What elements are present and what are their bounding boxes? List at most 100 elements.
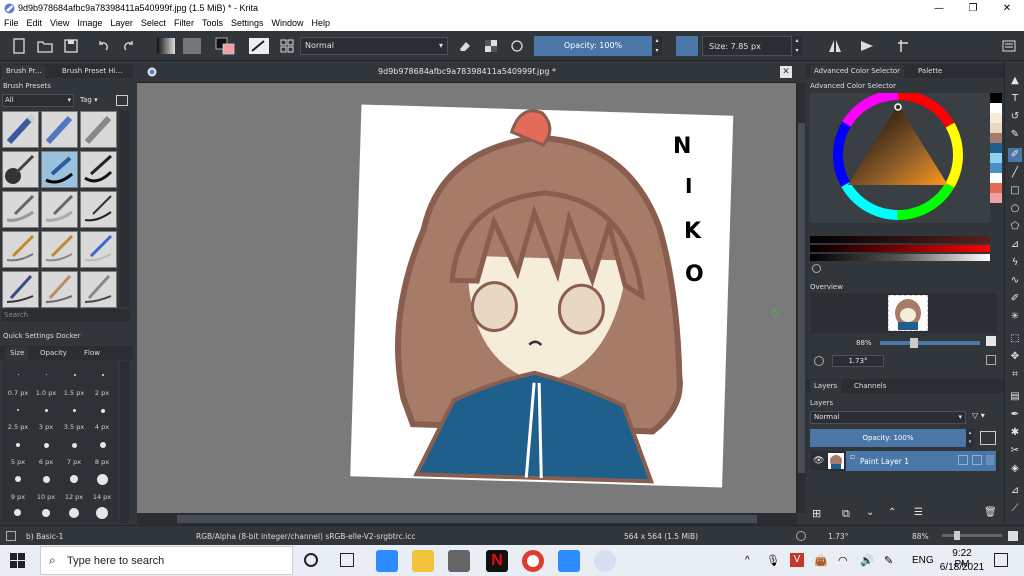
canvas-vertical-scrollbar[interactable] [797, 83, 806, 513]
bag-icon[interactable]: 👜 [814, 554, 828, 567]
close-document-icon[interactable]: ✕ [780, 66, 792, 78]
gradient-swatch[interactable] [156, 37, 176, 55]
layer-properties-button[interactable]: ☰ [914, 507, 923, 518]
size-dot[interactable] [44, 443, 49, 448]
brush-preset-icon[interactable] [248, 37, 270, 55]
size-dot[interactable] [45, 409, 48, 412]
menu-select[interactable]: Select [137, 17, 170, 28]
camera-app-icon[interactable] [448, 550, 470, 572]
tab-advanced-color-selector[interactable]: Advanced Color Selector [810, 65, 905, 78]
ellipse-tool-icon[interactable]: ○ [1008, 202, 1022, 216]
brush-preset-basic-1[interactable] [41, 151, 78, 188]
brush-preset-pen[interactable] [80, 151, 117, 188]
size-dot[interactable] [73, 409, 76, 412]
size-dot[interactable] [17, 409, 19, 411]
redo-icon[interactable] [120, 37, 138, 55]
menu-image[interactable]: Image [73, 17, 106, 28]
pattern-swatch[interactable] [182, 37, 202, 55]
rotation-field[interactable]: 1.73° [832, 355, 884, 367]
vivaldi-icon[interactable]: V [790, 553, 804, 567]
brush-preset-pencil-2[interactable] [41, 231, 78, 268]
minimize-button[interactable]: — [922, 0, 956, 17]
menu-filter[interactable]: Filter [170, 17, 198, 28]
brush-preset-marker-2[interactable] [41, 191, 78, 228]
clock-date[interactable]: 6/18/2021 [938, 562, 986, 573]
brush-preset-ink-blob[interactable] [2, 151, 39, 188]
brush-preset-marker-1[interactable] [2, 191, 39, 228]
mirror-horizontal-icon[interactable] [826, 37, 844, 55]
size-dot[interactable] [101, 409, 105, 413]
dynamic-brush-icon[interactable]: ✐ [1008, 292, 1022, 306]
taskbar-search-box[interactable]: ⌕ Type here to search [40, 546, 293, 575]
menu-settings[interactable]: Settings [227, 17, 268, 28]
tab-brush-preset-history[interactable]: Brush Preset Hi... [58, 65, 126, 78]
foreground-background-color-icon[interactable] [214, 37, 238, 55]
menu-help[interactable]: Help [308, 17, 335, 28]
size-dot[interactable] [102, 374, 104, 376]
zoom-reset-icon[interactable] [986, 336, 996, 346]
menu-view[interactable]: View [46, 17, 73, 28]
opacity-slider[interactable]: Opacity: 100% [534, 36, 652, 56]
opacity-stepper[interactable]: ▴ ▾ [652, 36, 662, 56]
measure-tool-icon[interactable]: ⟋ [1008, 502, 1022, 516]
canvas-viewport[interactable]: N I K O [137, 83, 797, 513]
undo-icon[interactable] [94, 37, 112, 55]
size-dot[interactable] [43, 476, 50, 483]
scrollbar-thumb[interactable] [177, 515, 757, 523]
wrap-around-icon[interactable] [894, 37, 912, 55]
lock-icon[interactable] [958, 455, 968, 465]
brush-preset-pencil-1[interactable] [2, 231, 39, 268]
text-tool-icon[interactable]: T [1008, 92, 1022, 106]
tab-flow[interactable]: Flow [80, 347, 104, 360]
windows-start-icon[interactable] [10, 553, 25, 568]
recent-colors-column[interactable] [990, 93, 1002, 223]
size-dot[interactable] [42, 509, 50, 517]
size-dot[interactable] [100, 442, 106, 448]
zoom-status-handle[interactable] [954, 531, 960, 540]
brush-preset-fineliner[interactable] [80, 191, 117, 228]
brush-preset-eraser[interactable] [2, 111, 39, 148]
layer-name[interactable]: Paint Layer 1 [860, 457, 909, 466]
taskbar-search-input[interactable]: Type here to search [67, 555, 164, 567]
brush-preset-pencil-3[interactable] [80, 231, 117, 268]
rotate-icon[interactable] [814, 356, 824, 366]
overview-panel[interactable] [810, 293, 998, 333]
zoom-slider[interactable] [880, 338, 980, 348]
menu-tools[interactable]: Tools [198, 17, 227, 28]
inherit-alpha-icon[interactable] [986, 455, 994, 465]
brush-grid-scrollbar[interactable] [120, 111, 129, 307]
volume-icon[interactable]: 🔊 [860, 554, 874, 567]
zoom-status-slider[interactable] [942, 531, 1002, 540]
close-button[interactable]: ✕ [990, 0, 1024, 17]
brush-preset-pencil-5[interactable] [41, 271, 78, 308]
hamburger-menu-icon[interactable] [1000, 37, 1018, 55]
size-dot[interactable] [97, 474, 108, 485]
workspace-grid-icon[interactable] [278, 37, 296, 55]
edit-shapes-icon[interactable]: ↺ [1008, 110, 1022, 124]
polygon-tool-icon[interactable]: ⬠ [1008, 220, 1022, 234]
mirror-vertical-icon[interactable] [858, 37, 876, 55]
canvas-horizontal-scrollbar[interactable] [137, 513, 797, 525]
move-layer-up-icon[interactable]: ⌃ [888, 507, 896, 518]
color-selector-settings-icon[interactable] [812, 264, 821, 273]
wifi-icon[interactable]: ◠ [838, 554, 848, 567]
scrollbar-thumb[interactable] [798, 123, 805, 473]
rectangle-tool-icon[interactable]: □ [1008, 184, 1022, 198]
gradient-tool-icon[interactable]: ▤ [1008, 390, 1022, 404]
shade-bar-2[interactable] [810, 245, 990, 252]
layer-blend-select[interactable]: Normal ▾ [810, 411, 966, 424]
size-dot[interactable] [72, 443, 77, 448]
move-layer-down-icon[interactable]: ⌄ [866, 507, 874, 518]
microphone-icon[interactable]: 🎙 [766, 554, 780, 567]
reload-preset-icon[interactable] [508, 37, 526, 55]
shade-bar-1[interactable] [810, 236, 990, 243]
tab-layers[interactable]: Layers [810, 380, 842, 393]
size-dot[interactable] [69, 508, 79, 518]
new-document-icon[interactable] [10, 37, 28, 55]
cortana-icon[interactable] [304, 553, 318, 567]
brush-preset-airbrush[interactable] [41, 111, 78, 148]
delete-layer-icon[interactable]: 🗑 [984, 507, 997, 518]
language-indicator[interactable]: ENG [912, 555, 934, 566]
smart-patch-icon[interactable]: ✂ [1008, 444, 1022, 458]
zoom-app-icon[interactable] [376, 550, 398, 572]
